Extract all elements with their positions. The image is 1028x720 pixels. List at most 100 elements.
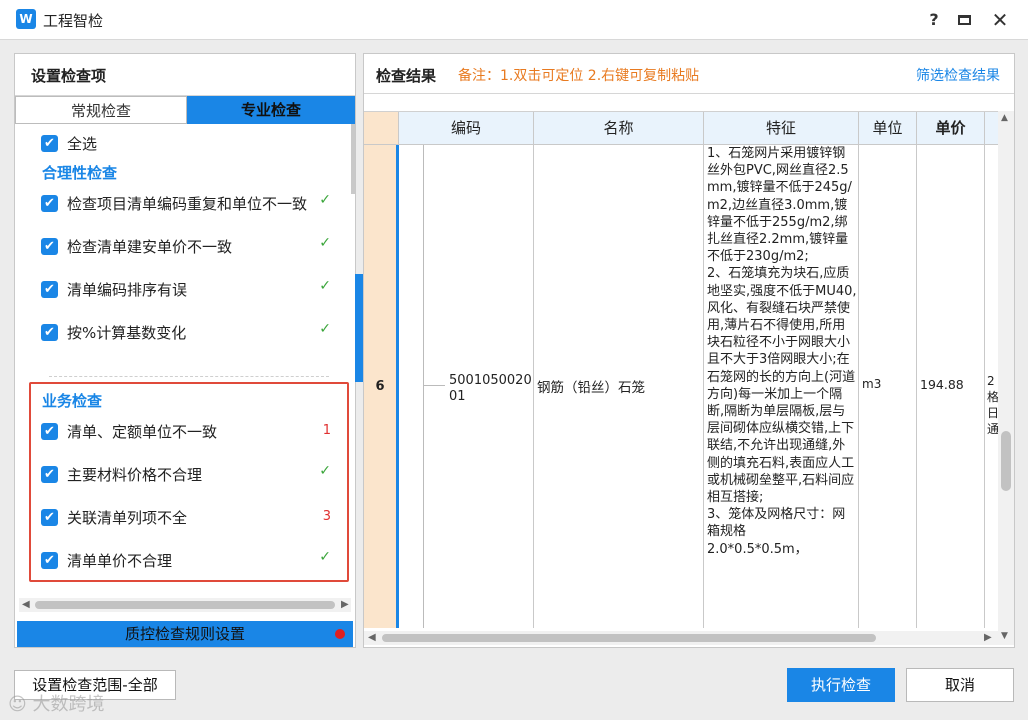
select-all-row[interactable]: ✔ 全选 xyxy=(41,132,97,154)
check-results-panel: 检查结果 备注：1.双击可定位 2.右键可复制粘贴 筛选检查结果 编码 名称 特… xyxy=(363,53,1015,648)
checkbox-icon[interactable]: ✔ xyxy=(41,194,58,212)
check-item-label: 清单编码排序有误 xyxy=(67,280,188,299)
checkbox-icon[interactable]: ✔ xyxy=(41,237,58,255)
scroll-thumb[interactable] xyxy=(1001,431,1011,491)
item-name: 钢筋（铅丝）石笼 xyxy=(537,380,645,396)
close-button[interactable]: ✕ xyxy=(986,8,1014,32)
qc-rule-settings-button[interactable]: 质控检查规则设置 xyxy=(17,621,353,647)
item-code: 500105002001 xyxy=(449,373,532,404)
watermark-text: 大数跨境 xyxy=(32,694,105,715)
column-header-feature[interactable]: 特征 xyxy=(704,112,859,145)
check-item[interactable]: ✔ 清单单价不合理 xyxy=(41,549,172,571)
issue-count-badge: 1 xyxy=(322,423,331,438)
check-item-label: 按%计算基数变化 xyxy=(67,323,187,342)
help-button[interactable]: ? xyxy=(920,8,948,32)
check-pass-icon: ✓ xyxy=(319,321,331,337)
check-item[interactable]: ✔ 主要材料价格不合理 xyxy=(41,463,202,485)
tab-normal-check[interactable]: 常规检查 xyxy=(15,96,187,124)
title-bar: W 工程智检 ? ✕ xyxy=(0,0,1028,40)
scroll-left-icon[interactable]: ◀ xyxy=(22,598,30,612)
table-cell-name[interactable]: 钢筋（铅丝）石笼 xyxy=(534,145,704,628)
check-item-label: 清单、定额单位不一致 xyxy=(67,422,218,441)
issue-count-badge: 3 xyxy=(322,509,331,524)
check-items-list: ✔ 全选 合理性检查 ✔ 检查项目清单编码重复和单位不一致 ✓ ✔ 检查清单建安… xyxy=(15,124,355,600)
qc-rule-settings-label: 质控检查规则设置 xyxy=(124,625,245,643)
check-items-title: 设置检查项 xyxy=(31,67,107,85)
item-more: 2 格 日 通 xyxy=(987,374,998,436)
table-cell-more[interactable]: 2 格 日 通 xyxy=(985,145,998,628)
scroll-right-icon[interactable]: ▶ xyxy=(984,631,992,645)
check-results-title: 检查结果 xyxy=(376,67,437,85)
watermark: ☺ 大数跨境 xyxy=(8,694,105,715)
check-item[interactable]: ✔ 按%计算基数变化 xyxy=(41,321,186,343)
check-item[interactable]: ✔ 清单编码排序有误 xyxy=(41,278,187,300)
run-check-button[interactable]: 执行检查 xyxy=(787,668,895,702)
cancel-button[interactable]: 取消 xyxy=(906,668,1014,702)
checkbox-icon[interactable]: ✔ xyxy=(41,551,58,569)
results-note: 备注：1.双击可定位 2.右键可复制粘贴 xyxy=(458,68,700,84)
check-pass-icon: ✓ xyxy=(319,192,331,208)
check-pass-icon: ✓ xyxy=(319,463,331,479)
select-all-label: 全选 xyxy=(67,134,98,153)
scroll-up-icon[interactable]: ▲ xyxy=(1001,113,1008,123)
left-vertical-scrollbar[interactable] xyxy=(351,124,355,194)
tree-line xyxy=(423,145,424,628)
scroll-right-icon[interactable]: ▶ xyxy=(341,598,349,612)
check-item[interactable]: ✔ 关联清单列项不全 xyxy=(41,506,187,528)
checkbox-icon[interactable]: ✔ xyxy=(41,465,58,483)
results-horizontal-scrollbar[interactable]: ◀ ▶ xyxy=(364,631,998,645)
notification-dot-icon xyxy=(335,629,345,639)
filter-results-link[interactable]: 筛选检查结果 xyxy=(916,65,1000,85)
check-item[interactable]: ✔ 检查项目清单编码重复和单位不一致 xyxy=(41,192,307,214)
scroll-thumb[interactable] xyxy=(382,634,876,642)
check-item-label: 主要材料价格不合理 xyxy=(67,465,203,484)
check-item[interactable]: ✔ 清单、定额单位不一致 xyxy=(41,420,217,442)
table-cell-unit[interactable]: m3 xyxy=(859,145,917,628)
check-results-header: 检查结果 备注：1.双击可定位 2.右键可复制粘贴 筛选检查结果 xyxy=(364,54,1014,94)
section-title-business: 业务检查 xyxy=(42,392,103,410)
check-pass-icon: ✓ xyxy=(319,235,331,251)
maximize-icon xyxy=(957,15,971,25)
section-divider xyxy=(49,376,329,377)
scroll-left-icon[interactable]: ◀ xyxy=(368,631,376,645)
check-pass-icon: ✓ xyxy=(319,278,331,294)
checkbox-icon[interactable]: ✔ xyxy=(41,134,58,152)
row-index[interactable]: 6 xyxy=(364,145,399,628)
window-title: 工程智检 xyxy=(43,12,104,30)
check-items-header: 设置检查项 xyxy=(15,54,355,96)
check-items-panel: 设置检查项 常规检查 专业检查 ✔ 全选 合理性检查 ✔ 检查项目清单编码重复和… xyxy=(14,53,363,648)
scroll-down-icon[interactable]: ▼ xyxy=(1001,631,1008,641)
check-pass-icon: ✓ xyxy=(319,549,331,565)
checkbox-icon[interactable]: ✔ xyxy=(41,422,58,440)
check-item-label: 检查项目清单编码重复和单位不一致 xyxy=(67,194,308,213)
checkbox-icon[interactable]: ✔ xyxy=(41,323,58,341)
panel-splitter[interactable] xyxy=(355,274,363,382)
maximize-button[interactable] xyxy=(950,8,978,32)
results-vertical-scrollbar[interactable]: ▲ ▼ xyxy=(998,111,1014,645)
results-table: 编码 名称 特征 单位 单价 6 500105002001 钢筋（铅丝）石笼 1… xyxy=(364,111,998,628)
column-header-index xyxy=(364,112,399,145)
scroll-thumb[interactable] xyxy=(35,601,335,609)
check-item-label: 清单单价不合理 xyxy=(67,551,173,570)
table-cell-feature[interactable]: 1、石笼网片采用镀锌钢丝外包PVC,网丝直径2.5mm,镀锌量不低于245g/m… xyxy=(704,145,859,628)
item-price: 194.88 xyxy=(920,377,964,392)
item-unit: m3 xyxy=(862,377,882,391)
column-header-name[interactable]: 名称 xyxy=(534,112,704,145)
checkbox-icon[interactable]: ✔ xyxy=(41,280,58,298)
column-header-price[interactable]: 单价 xyxy=(917,112,985,145)
column-header-unit[interactable]: 单位 xyxy=(859,112,917,145)
app-logo-icon: W xyxy=(16,9,36,29)
item-feature: 1、石笼网片采用镀锌钢丝外包PVC,网丝直径2.5mm,镀锌量不低于245g/m… xyxy=(707,146,857,557)
table-cell-price[interactable]: 194.88 xyxy=(917,145,985,628)
left-horizontal-scrollbar[interactable]: ◀ ▶ xyxy=(19,598,351,612)
table-cell-code[interactable]: 500105002001 xyxy=(399,145,534,628)
section-title-rationality: 合理性检查 xyxy=(42,164,118,182)
check-item-label: 关联清单列项不全 xyxy=(67,508,188,527)
column-header-more[interactable] xyxy=(985,112,998,145)
tab-pro-check[interactable]: 专业检查 xyxy=(187,96,355,124)
checkbox-icon[interactable]: ✔ xyxy=(41,508,58,526)
tree-branch xyxy=(423,385,445,386)
check-item-label: 检查清单建安单价不一致 xyxy=(67,237,233,256)
check-item[interactable]: ✔ 检查清单建安单价不一致 xyxy=(41,235,232,257)
column-header-code[interactable]: 编码 xyxy=(399,112,534,145)
